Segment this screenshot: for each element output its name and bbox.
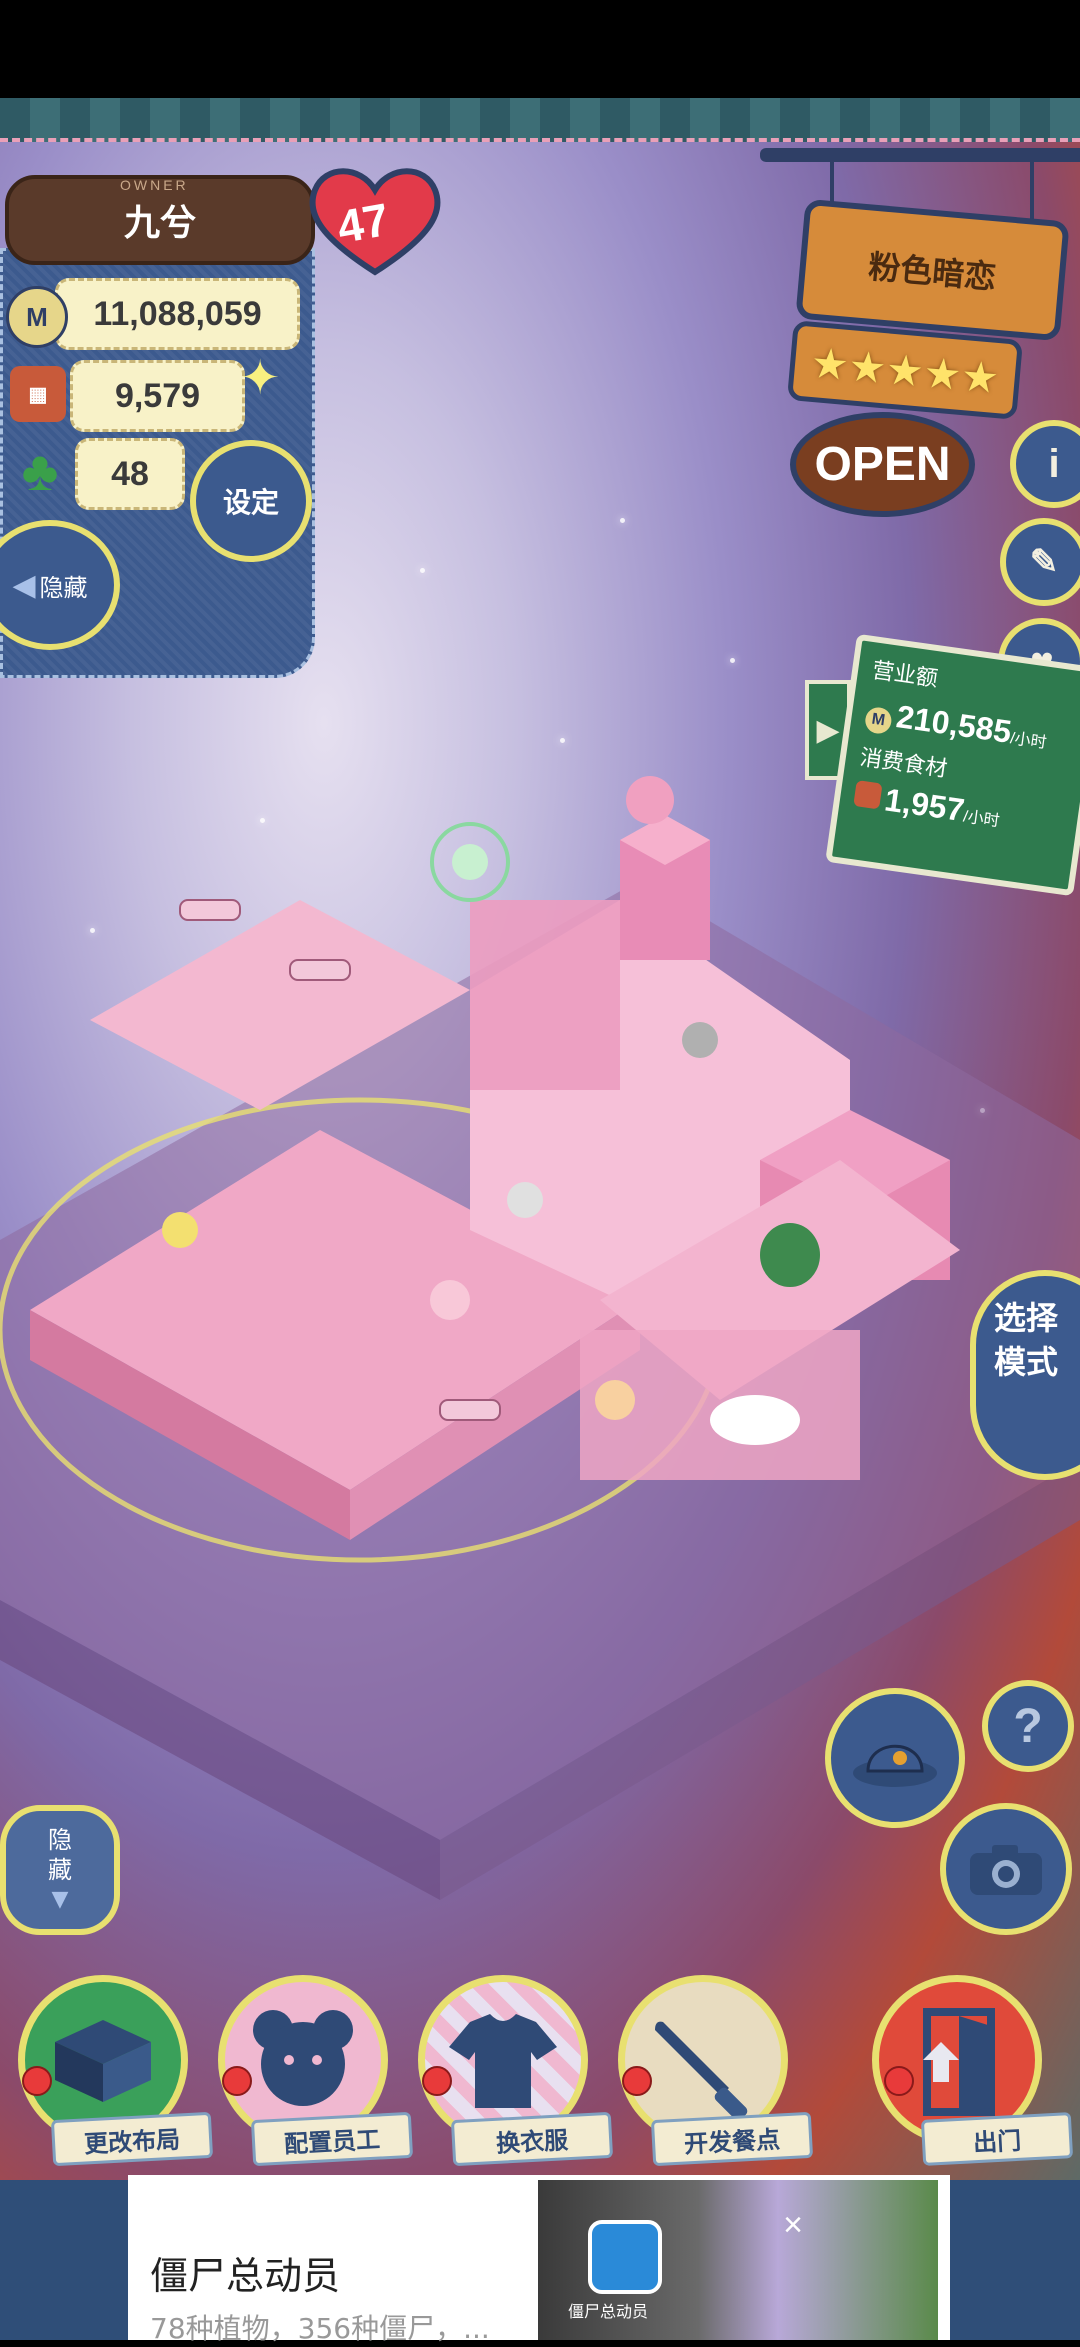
basket-icon: ▦ — [10, 366, 66, 422]
hide-bottom-label-2: 藏 — [48, 1856, 72, 1884]
clover-value: 48 — [75, 438, 185, 510]
coins-value: 11,088,059 — [55, 278, 300, 350]
coin-icon: M — [863, 705, 894, 736]
ad-side-left — [0, 2180, 128, 2340]
develop-dishes-label: 开发餐点 — [650, 2111, 814, 2167]
hide-bottom-label-1: 隐 — [48, 1826, 72, 1854]
select-mode-button[interactable]: 选择 模式 — [970, 1270, 1080, 1480]
sign-bracket — [760, 148, 1080, 162]
hat-icon — [853, 1744, 937, 1787]
question-icon: ? — [1013, 1699, 1043, 1753]
pin-icon — [422, 2066, 452, 2096]
info-icon: i — [1048, 441, 1060, 486]
food-consumption-unit: /小时 — [962, 808, 1001, 831]
open-status-sign[interactable]: OPEN — [790, 412, 975, 517]
app-icon — [588, 2220, 662, 2294]
revenue-board[interactable]: 营业额 M 210,585/小时 消费食材 1,957/小时 — [825, 633, 1080, 897]
settings-button[interactable]: 设定 — [190, 440, 312, 562]
back-arrow-icon: ◀ — [12, 567, 36, 603]
pin-icon — [884, 2066, 914, 2096]
go-out-label: 出门 — [920, 2112, 1074, 2166]
food-consumption-value: 1,957 — [882, 781, 967, 829]
select-mode-label-1: 选择 — [994, 1299, 1059, 1337]
owner-tag: OWNER — [120, 177, 189, 193]
ad-description: 78种植物，356种僵尸，... — [150, 2312, 490, 2345]
book-icon: ✎ — [1029, 543, 1059, 581]
ad-app-name: 僵尸总动员 — [568, 2302, 649, 2321]
pin-icon — [22, 2066, 52, 2096]
basket-icon — [853, 780, 883, 810]
pin-icon — [622, 2066, 652, 2096]
star-icon: ★ — [921, 348, 964, 399]
star-icon: ★ — [846, 341, 889, 392]
recipe-book-button[interactable]: ✎ — [1000, 518, 1080, 606]
star-icon: ★ — [884, 344, 926, 396]
ad-image[interactable]: 僵尸总动员 — [538, 2180, 938, 2340]
ad-banner[interactable]: 僵尸总动员 78种植物，356种僵尸，... 僵尸总动员 — [128, 2175, 950, 2345]
ad-side-right — [950, 2180, 1080, 2340]
shop-name-sign[interactable]: 粉色暗恋 — [795, 198, 1070, 342]
status-bar — [0, 0, 1080, 98]
camera-icon — [970, 1845, 1042, 1895]
star-icon: ★ — [959, 351, 1001, 402]
hide-top-label: 隐藏 — [39, 573, 88, 602]
select-mode-label-2: 模式 — [994, 1343, 1059, 1381]
hat-button[interactable] — [825, 1688, 965, 1828]
assign-staff-label: 配置员工 — [250, 2111, 414, 2167]
edit-layout-label: 更改布局 — [50, 2111, 214, 2167]
ad-close-button[interactable]: × — [773, 2205, 813, 2245]
ad-title: 僵尸总动员 — [150, 2254, 341, 2298]
camera-button[interactable] — [940, 1803, 1072, 1935]
ingredients-value: 9,579 — [70, 360, 245, 432]
coin-icon: M — [6, 286, 68, 348]
revenue-value: 210,585 — [894, 698, 1014, 750]
revenue-unit: /小时 — [1009, 730, 1048, 753]
change-clothes-label: 换衣服 — [450, 2111, 614, 2167]
owner-name: 九兮 — [123, 203, 196, 244]
game-scene[interactable]: 九兮 OWNER 47 11,088,059 M 9,579 ▦ ✦ 48 ♣ … — [0, 98, 1080, 2180]
clover-icon: ♣ — [21, 438, 59, 502]
star-icon: ★ — [809, 338, 851, 389]
sparkle-icon: ✦ — [240, 352, 281, 405]
help-button[interactable]: ? — [982, 1680, 1074, 1772]
pin-icon — [222, 2066, 252, 2096]
hide-bottom-button[interactable]: 隐 藏 ▼ — [0, 1805, 120, 1935]
down-arrow-icon: ▼ — [51, 1887, 69, 1912]
arrow-right-icon: ▶ — [816, 713, 840, 747]
